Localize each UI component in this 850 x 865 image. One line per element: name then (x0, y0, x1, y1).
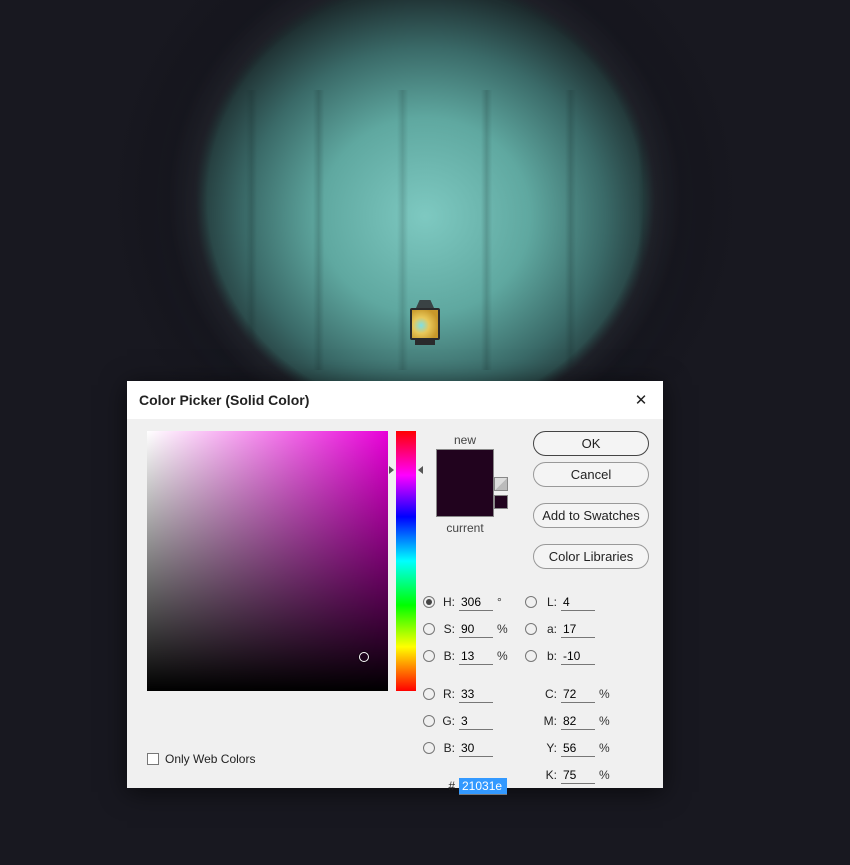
label-new: new (454, 433, 476, 447)
swatch-new[interactable] (437, 450, 493, 483)
only-web-colors-checkbox[interactable] (147, 753, 159, 765)
radio-h[interactable] (423, 596, 435, 608)
input-b-rgb[interactable] (459, 740, 493, 757)
input-l[interactable] (561, 594, 595, 611)
radio-b-rgb[interactable] (423, 742, 435, 754)
label-s: S: (439, 622, 455, 636)
radio-b-hsb[interactable] (423, 650, 435, 662)
swatch-current[interactable] (437, 483, 493, 516)
input-r[interactable] (459, 686, 493, 703)
cancel-button[interactable]: Cancel (533, 462, 649, 487)
label-k: K: (541, 768, 557, 782)
hsb-rgb-column: H: ° S: % B: % R: (423, 591, 509, 797)
label-hex: # (439, 779, 455, 793)
websafe-swatch[interactable] (494, 495, 508, 509)
input-b-lab[interactable] (561, 648, 595, 665)
gamut-warning-icon[interactable] (494, 477, 508, 491)
only-web-colors-row: Only Web Colors (147, 752, 255, 766)
radio-s[interactable] (423, 623, 435, 635)
close-button[interactable]: ✕ (631, 391, 651, 409)
saturation-value-field[interactable] (147, 431, 388, 691)
label-b-rgb: B: (439, 741, 455, 755)
only-web-colors-label: Only Web Colors (165, 752, 255, 766)
color-libraries-button[interactable]: Color Libraries (533, 544, 649, 569)
radio-a[interactable] (525, 623, 537, 635)
dialog-titlebar[interactable]: Color Picker (Solid Color) ✕ (127, 381, 663, 419)
radio-g[interactable] (423, 715, 435, 727)
color-picker-dialog: Color Picker (Solid Color) ✕ new current (127, 381, 663, 788)
radio-r[interactable] (423, 688, 435, 700)
add-to-swatches-button[interactable]: Add to Swatches (533, 503, 649, 528)
input-a[interactable] (561, 621, 595, 638)
input-h[interactable] (459, 594, 493, 611)
input-k[interactable] (561, 767, 595, 784)
hue-slider[interactable] (396, 431, 416, 691)
lab-cmyk-column: L: a: b: C: % (525, 591, 611, 797)
input-b-hsb[interactable] (459, 648, 493, 665)
label-l: L: (541, 595, 557, 609)
input-m[interactable] (561, 713, 595, 730)
input-hex[interactable] (459, 778, 507, 795)
ok-button[interactable]: OK (533, 431, 649, 456)
label-y: Y: (541, 741, 557, 755)
input-g[interactable] (459, 713, 493, 730)
color-swatch (436, 449, 494, 517)
label-r: R: (439, 687, 455, 701)
radio-l[interactable] (525, 596, 537, 608)
input-s[interactable] (459, 621, 493, 638)
label-a: a: (541, 622, 557, 636)
dialog-title: Color Picker (Solid Color) (139, 392, 631, 408)
label-b-hsb: B: (439, 649, 455, 663)
label-h: H: (439, 595, 455, 609)
picker-area (147, 431, 416, 691)
radio-b-lab[interactable] (525, 650, 537, 662)
input-c[interactable] (561, 686, 595, 703)
label-c: C: (541, 687, 557, 701)
input-y[interactable] (561, 740, 595, 757)
sv-cursor (359, 652, 369, 662)
label-m: M: (541, 714, 557, 728)
label-current: current (446, 521, 483, 535)
label-g: G: (439, 714, 455, 728)
label-b-lab: b: (541, 649, 557, 663)
